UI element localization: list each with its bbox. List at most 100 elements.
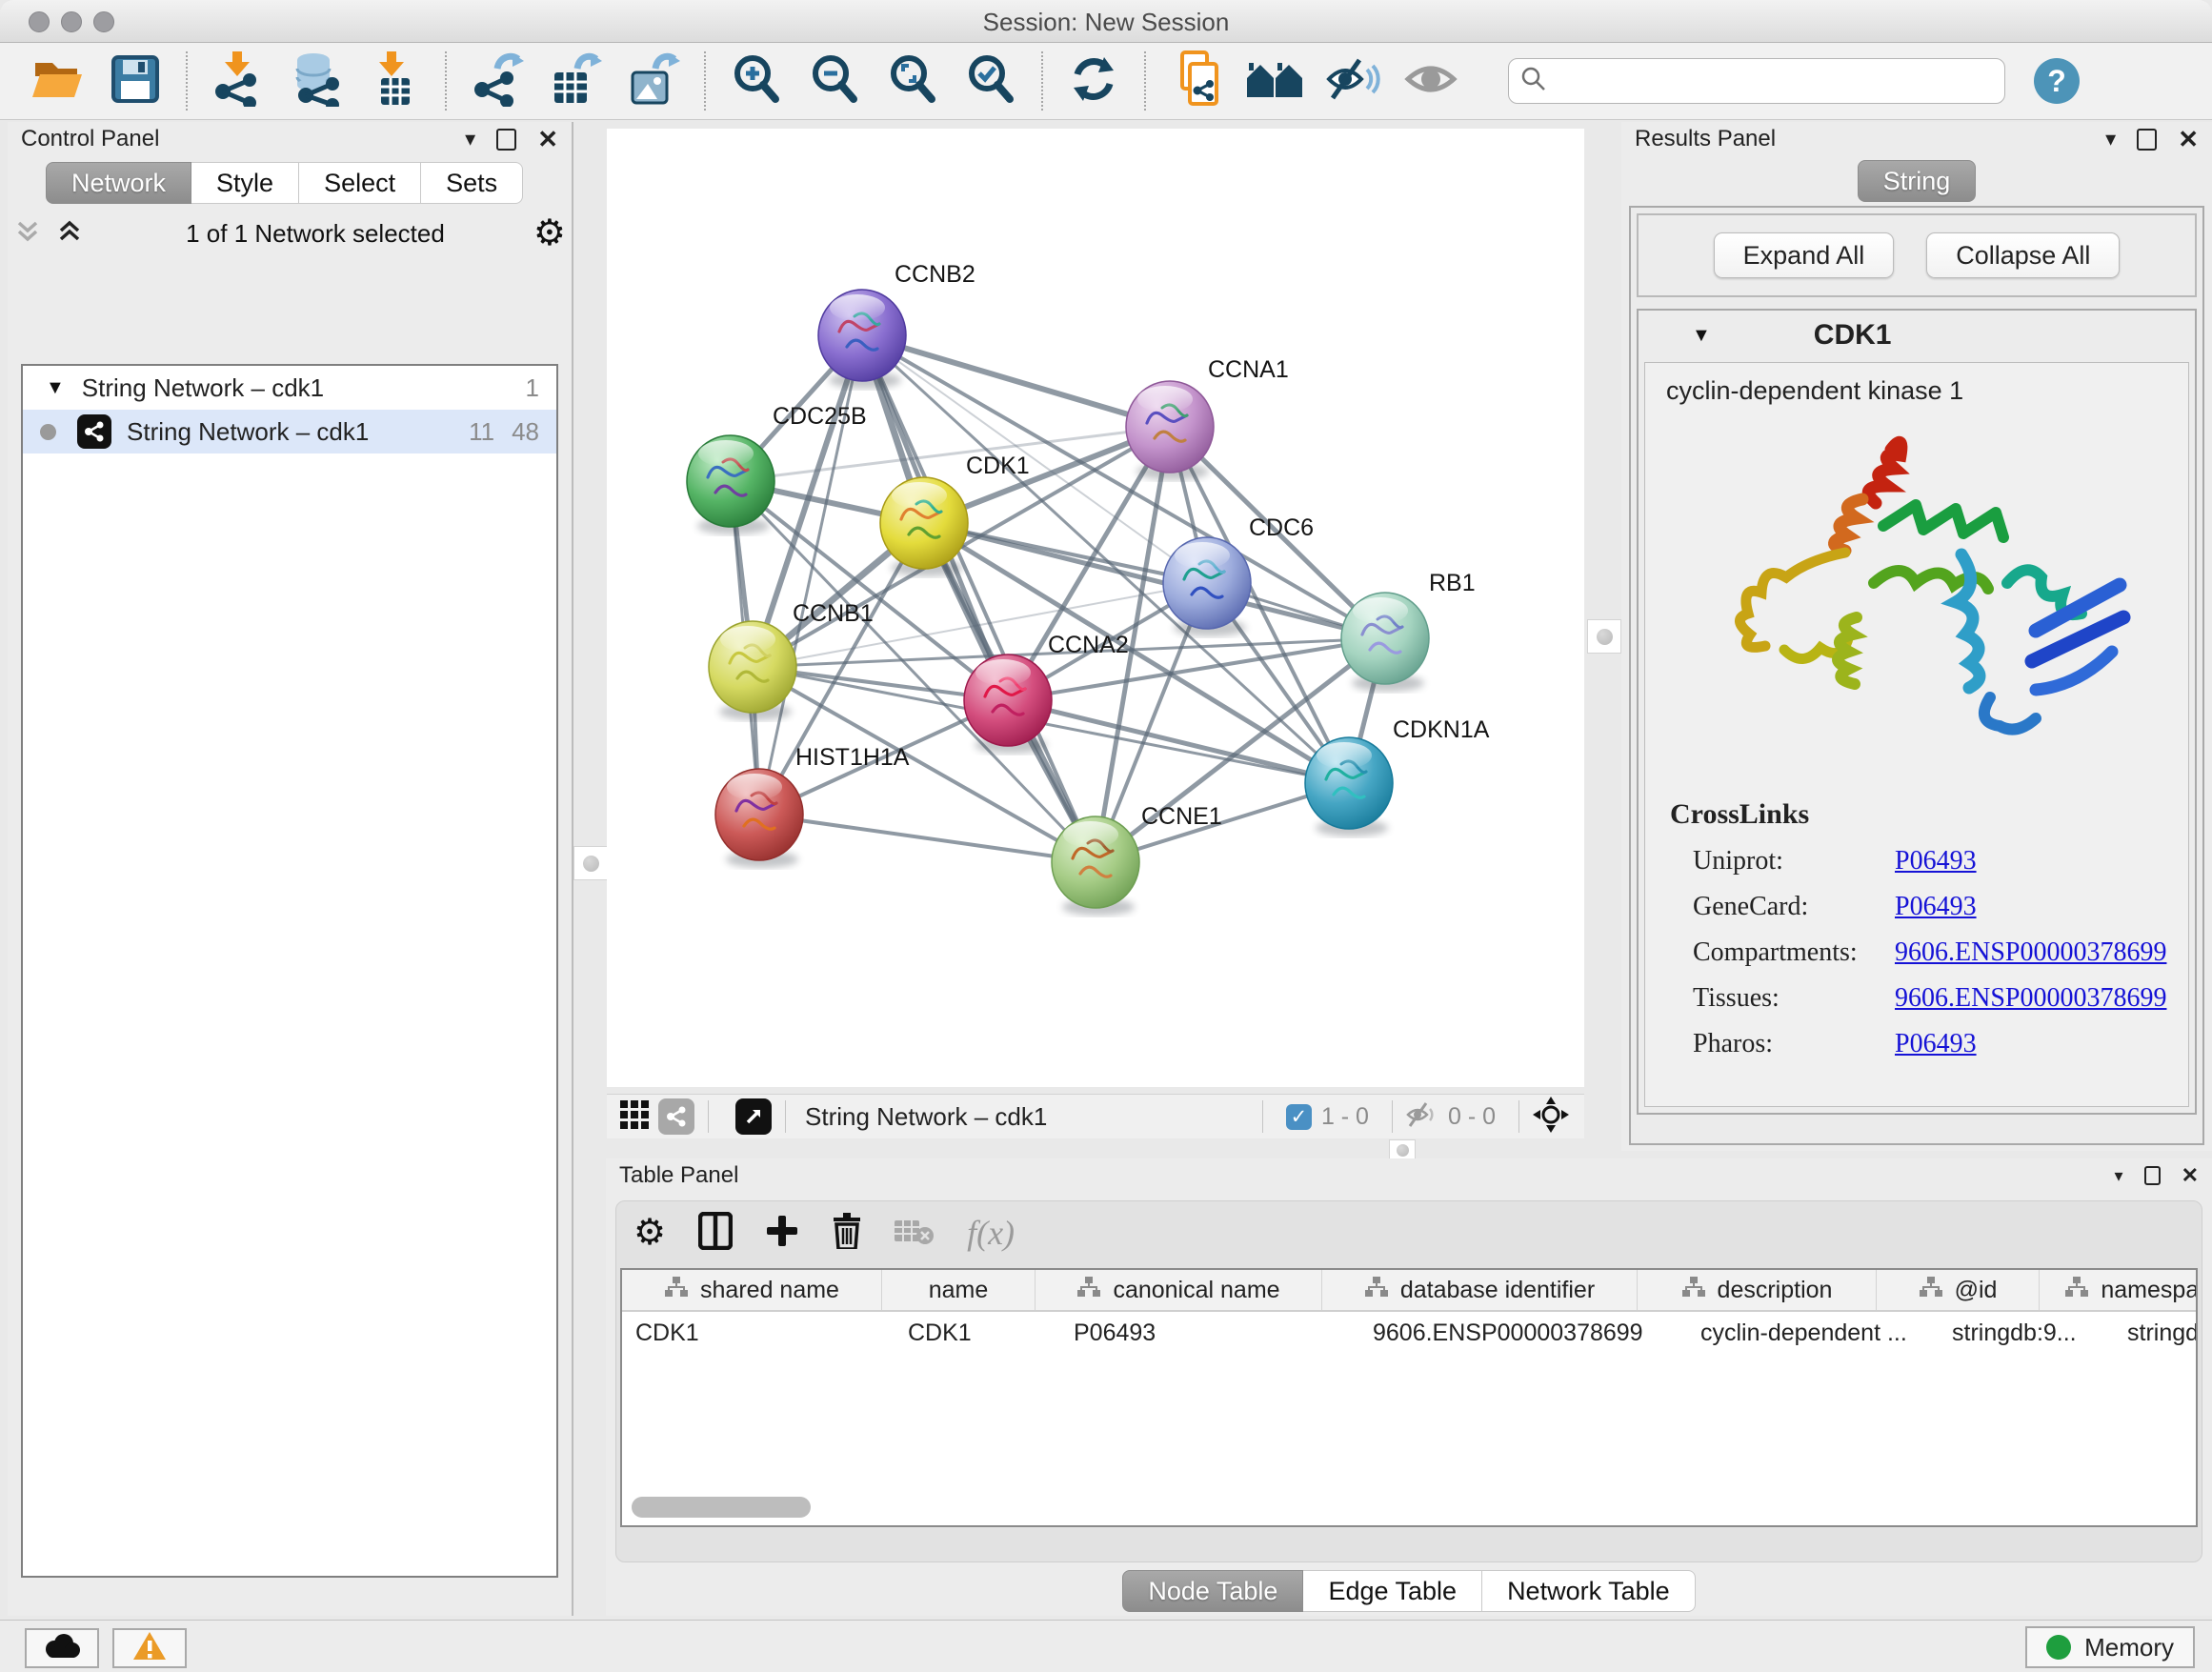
tab-sets[interactable]: Sets (421, 162, 523, 204)
crosslink-uniprot[interactable]: P06493 (1895, 846, 1977, 876)
grid-view-icon[interactable] (620, 1100, 649, 1134)
node-table[interactable]: shared name namecanonical namedatabase id… (620, 1268, 2198, 1527)
panel-float-icon[interactable] (496, 129, 516, 151)
table-hscrollbar[interactable] (626, 1497, 2192, 1518)
expand-all-networks-icon[interactable] (55, 217, 84, 251)
import-network-database-button[interactable] (288, 52, 345, 110)
column-header-namespace[interactable]: namespace (2040, 1270, 2198, 1310)
apply-layout-button[interactable] (1065, 52, 1122, 110)
table-cell[interactable]: CDK1 (895, 1312, 1060, 1354)
cloud-button[interactable] (25, 1628, 99, 1668)
column-header-databaseidentifier[interactable]: database identifier (1322, 1270, 1638, 1310)
panel-menu-icon[interactable]: ▾ (2105, 129, 2116, 150)
column-type-icon (1919, 1276, 1943, 1305)
export-network-button[interactable] (469, 52, 526, 110)
open-session-button[interactable] (29, 52, 86, 110)
protein-node-CDC6[interactable]: CDC6 (1163, 514, 1314, 636)
export-image-button[interactable] (625, 52, 682, 110)
crosslink-pharos[interactable]: P06493 (1895, 1029, 1977, 1059)
tab-select[interactable]: Select (299, 162, 421, 204)
save-session-button[interactable] (107, 52, 164, 110)
panel-close-icon[interactable]: ✕ (2182, 1165, 2199, 1186)
export-table-button[interactable] (547, 52, 604, 110)
table-options-gear-icon[interactable]: ⚙ (633, 1215, 666, 1251)
protein-node-HIST1H1A[interactable]: HIST1H1A (715, 744, 910, 868)
node-label-CDC6: CDC6 (1249, 514, 1314, 541)
tab-node-table[interactable]: Node Table (1122, 1570, 1303, 1612)
protein-node-CDKN1A[interactable]: CDKN1A (1305, 716, 1490, 836)
table-cell[interactable]: 9606.ENSP00000378699 (1359, 1312, 1687, 1354)
protein-node-CDK1[interactable]: CDK1 (880, 453, 1030, 576)
hide-selected-button[interactable] (1324, 52, 1381, 110)
section-expand-icon[interactable]: ▼ (1692, 325, 1711, 347)
crosslink-genecard[interactable]: P06493 (1895, 892, 1977, 922)
search-box[interactable] (1508, 58, 2005, 104)
crosslink-tissues[interactable]: 9606.ENSP00000378699 (1895, 983, 2166, 1014)
panel-float-icon[interactable] (2144, 1166, 2161, 1185)
table-cell[interactable]: stringdb (2114, 1312, 2198, 1354)
homes-icon (1245, 55, 1304, 108)
table-cell[interactable]: P06493 (1060, 1312, 1359, 1354)
expand-all-button[interactable]: Expand All (1714, 232, 1895, 278)
tab-network[interactable]: Network (46, 162, 191, 204)
network-options-gear-icon[interactable]: ⚙ (533, 215, 566, 252)
table-cell[interactable]: stringdb:9... (1939, 1312, 2114, 1354)
panel-close-icon[interactable]: ✕ (537, 127, 558, 151)
import-table-button[interactable] (366, 52, 423, 110)
collapse-all-networks-icon[interactable] (13, 217, 42, 251)
zoom-in-button[interactable] (728, 52, 785, 110)
panel-menu-icon[interactable]: ▾ (2115, 1167, 2123, 1184)
column-header-description[interactable]: description (1638, 1270, 1877, 1310)
show-all-button[interactable] (1402, 52, 1459, 110)
tab-edge-table[interactable]: Edge Table (1303, 1570, 1482, 1612)
table-row[interactable]: CDK1CDK1P064939606.ENSP00000378699cyclin… (622, 1312, 2196, 1354)
network-graph[interactable]: CCNB2CCNA1CDC25BCDK1CDC6RB1CCNB1CCNA2CDK… (607, 129, 1584, 1087)
network-collection-row[interactable]: ▼ String Network – cdk1 1 (23, 366, 556, 410)
tab-string[interactable]: String (1858, 160, 1977, 202)
collapse-all-button[interactable]: Collapse All (1926, 232, 2120, 278)
column-header-sharedname[interactable]: shared name (622, 1270, 882, 1310)
protein-node-CCNE1[interactable]: CCNE1 (1052, 803, 1222, 916)
results-panel: Results Panel ▾ ✕ String Expand All Coll… (1621, 122, 2212, 1151)
network-canvas[interactable]: CCNB2CCNA1CDC25BCDK1CDC6RB1CCNB1CCNA2CDK… (607, 129, 1584, 1087)
left-splitter-handle[interactable] (573, 846, 608, 880)
table-cell[interactable]: cyclin-dependent ... (1687, 1312, 1939, 1354)
column-header-canonicalname[interactable]: canonical name (1036, 1270, 1322, 1310)
tab-network-table[interactable]: Network Table (1482, 1570, 1696, 1612)
zoom-fit-button[interactable] (884, 52, 941, 110)
tab-style[interactable]: Style (191, 162, 299, 204)
column-header-id[interactable]: @id (1877, 1270, 2040, 1310)
crosslink-compartments[interactable]: 9606.ENSP00000378699 (1895, 937, 2166, 968)
bottom-splitter-handle[interactable] (1389, 1139, 1416, 1160)
table-cell[interactable]: CDK1 (622, 1312, 895, 1354)
duplicate-network-button[interactable] (1168, 52, 1225, 110)
memory-button[interactable]: Memory (2025, 1626, 2195, 1668)
search-input[interactable] (1557, 67, 1970, 95)
panel-menu-icon[interactable]: ▾ (465, 129, 475, 150)
add-column-icon[interactable] (765, 1214, 799, 1253)
delete-column-icon[interactable] (832, 1213, 862, 1254)
scrollbar-thumb[interactable] (632, 1497, 811, 1518)
selected-checkbox-icon[interactable]: ✓ (1286, 1104, 1312, 1130)
detach-view-icon[interactable] (735, 1098, 772, 1135)
network-row-selected[interactable]: String Network – cdk1 11 48 (23, 410, 556, 453)
first-neighbors-button[interactable] (1246, 52, 1303, 110)
right-splitter-handle[interactable] (1587, 619, 1621, 654)
import-network-file-button[interactable] (210, 52, 267, 110)
protein-node-RB1[interactable]: RB1 (1341, 570, 1476, 692)
column-label: shared name (700, 1277, 839, 1304)
warnings-button[interactable] (112, 1628, 187, 1668)
panel-close-icon[interactable]: ✕ (2178, 127, 2199, 151)
zoom-selected-button[interactable] (962, 52, 1019, 110)
show-columns-icon[interactable] (698, 1212, 733, 1255)
birdseye-crosshair-icon[interactable] (1533, 1097, 1569, 1138)
protein-section-header[interactable]: ▼ CDK1 (1639, 311, 2195, 360)
column-header-name[interactable]: name (882, 1270, 1036, 1310)
protein-node-CCNB2[interactable]: CCNB2 (818, 261, 975, 389)
help-button[interactable]: ? (2034, 58, 2080, 104)
network-view-icon[interactable] (658, 1098, 694, 1135)
zoom-out-button[interactable] (806, 52, 863, 110)
hidden-eye-slash-icon[interactable] (1406, 1100, 1438, 1134)
collection-expand-icon[interactable]: ▼ (46, 377, 65, 399)
panel-float-icon[interactable] (2137, 129, 2157, 151)
